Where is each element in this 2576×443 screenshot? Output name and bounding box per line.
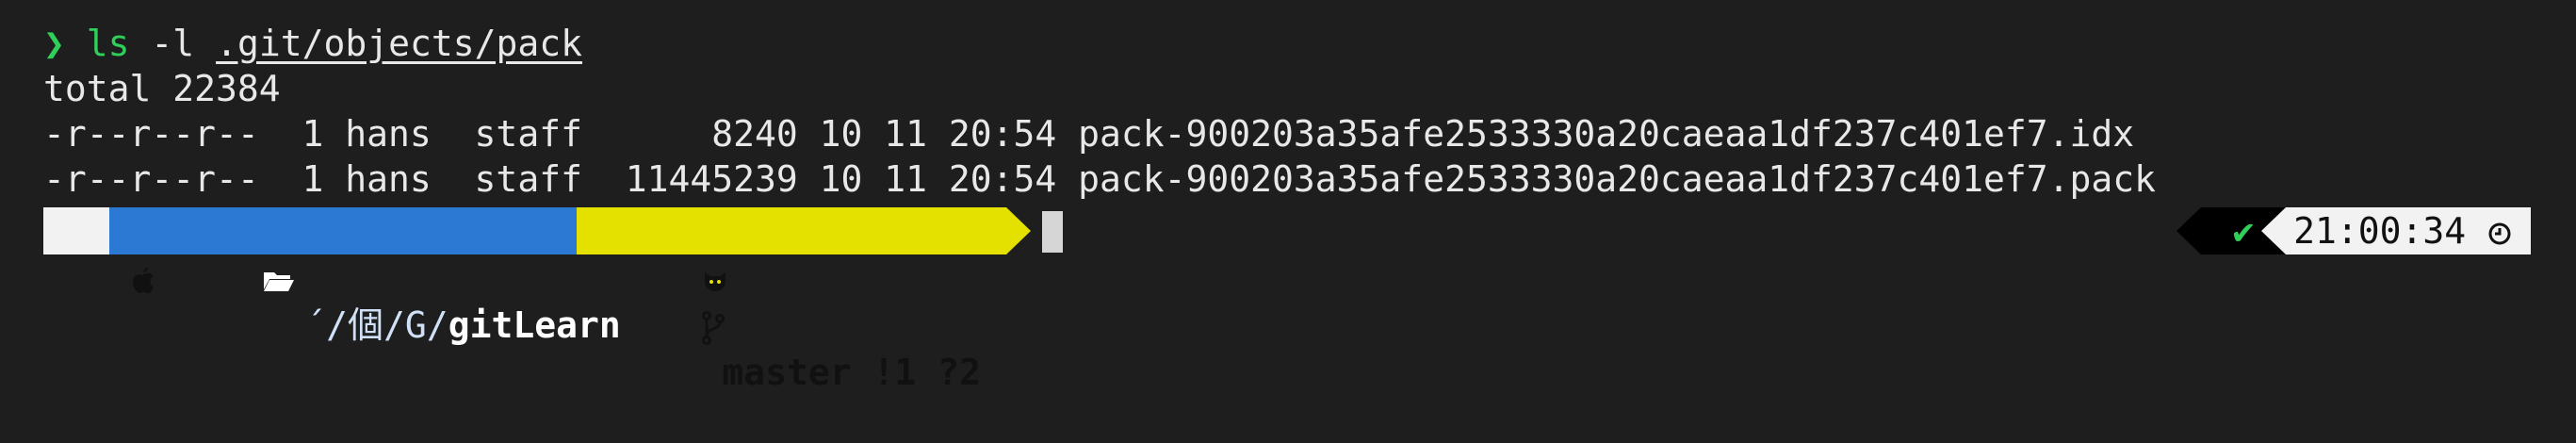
git-segment[interactable]: master !1 ?2	[577, 207, 1006, 393]
command-path[interactable]: .git/objects/pack	[216, 23, 582, 64]
apple-icon	[132, 267, 154, 293]
powerline-status: ´/個/G/gitLearn master !1 ?2 ✔ 21:00:34	[43, 207, 2531, 393]
segment-separator	[2177, 207, 2201, 254]
time-segment: 21:00:34	[2286, 207, 2531, 254]
output-line-total: total 22384	[43, 68, 281, 109]
command-args: -l	[129, 23, 217, 64]
git-branch-icon	[701, 310, 725, 345]
command-line[interactable]: ❯ ls -l .git/objects/pack	[43, 21, 2576, 66]
os-segment	[43, 207, 154, 293]
terminal-cursor[interactable]	[1042, 211, 1063, 253]
directory-mid: /G/	[383, 304, 448, 346]
folder-open-icon	[263, 271, 294, 291]
command-name: ls	[86, 23, 130, 64]
directory-prefix: ´/個	[304, 304, 384, 346]
clock-time: 21:00:34	[2293, 210, 2467, 252]
terminal-output: ❯ ls -l .git/objects/pack total 22384 -r…	[43, 21, 2576, 202]
output-line-pack: -r--r--r-- 1 hans staff 11445239 10 11 2…	[43, 158, 2157, 200]
clock-icon	[2488, 222, 2511, 244]
output-line-idx: -r--r--r-- 1 hans staff 8240 10 11 20:54…	[43, 113, 2135, 155]
github-cat-icon	[704, 271, 726, 291]
prompt-symbol: ❯	[43, 23, 65, 64]
segment-separator	[1006, 207, 1031, 254]
directory-segment[interactable]: ´/個/G/gitLearn	[109, 207, 621, 346]
git-branch-status: master !1 ?2	[722, 352, 981, 393]
segment-separator	[2261, 207, 2286, 254]
directory-name: gitLearn	[448, 304, 621, 346]
